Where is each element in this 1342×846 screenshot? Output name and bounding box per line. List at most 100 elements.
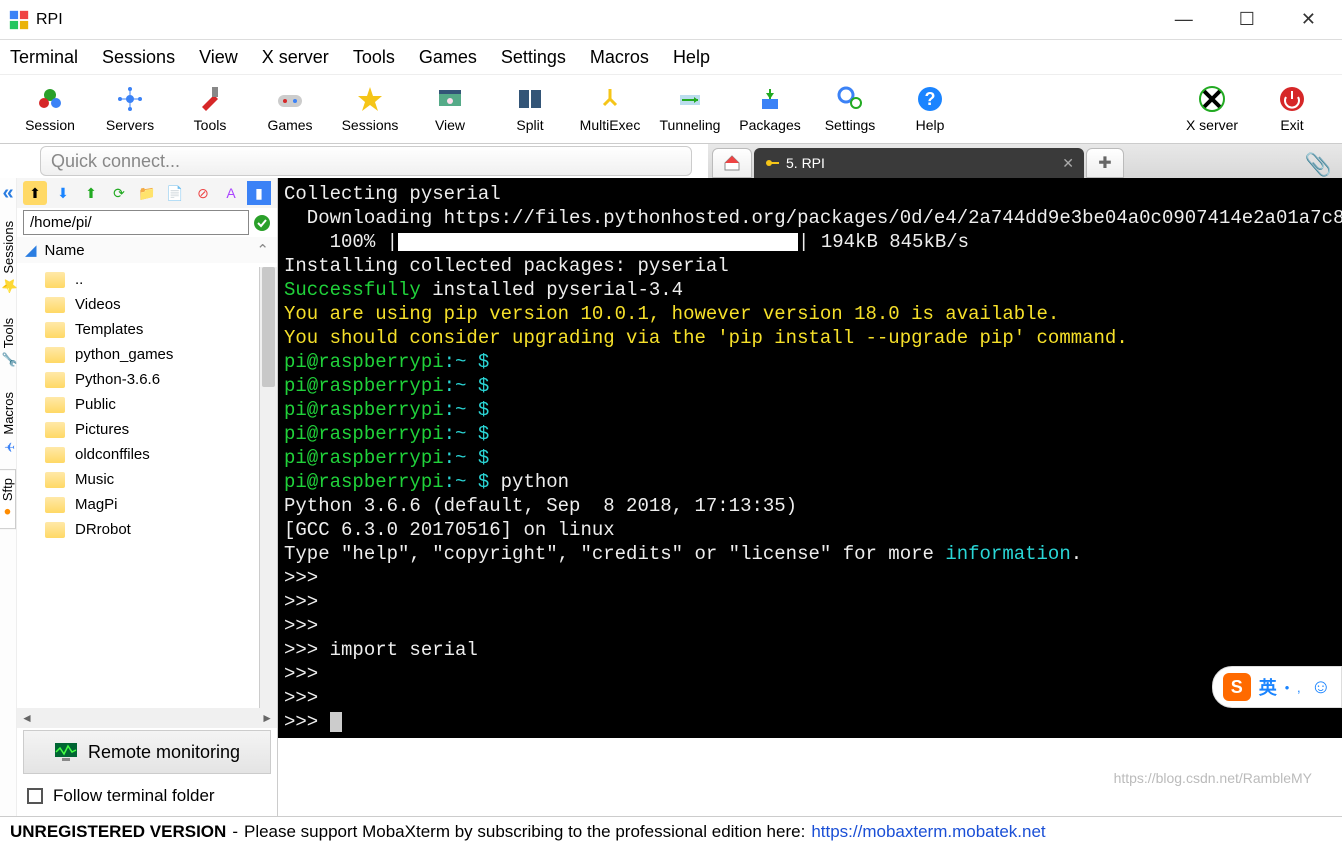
key-icon [764,155,780,171]
quick-connect-row: Quick connect... 5. RPI ✕ ✚ 📎 [0,144,1342,178]
ime-bar[interactable]: S 英 • , ☺ [1212,666,1342,708]
tb-session[interactable]: Session [10,85,90,133]
tb-servers[interactable]: Servers [90,85,170,133]
tb-tools[interactable]: Tools [170,85,250,133]
terminal[interactable]: Collecting pyserial Downloading https://… [278,178,1342,738]
unregistered-label: UNREGISTERED VERSION [10,822,226,842]
terminal-container: Collecting pyserial Downloading https://… [278,178,1342,816]
sftp-newfile-icon[interactable]: 📄 [163,181,187,205]
file-row[interactable]: Pictures [17,417,259,442]
tab-close-icon[interactable]: ✕ [1062,155,1074,172]
tb-settings[interactable]: Settings [810,85,890,133]
ime-face-icon[interactable]: ☺ [1311,676,1331,699]
folder-icon [45,322,65,338]
folder-icon [45,497,65,513]
file-row[interactable]: DRrobot [17,517,259,542]
window-title: RPI [36,11,1167,29]
sftp-edit-icon[interactable]: A [219,181,243,205]
workspace: « ⭐Sessions 🔧Tools ✈Macros ●Sftp ⬆ ⬇ ⬆ ⟳… [0,178,1342,816]
filelist-body[interactable]: .. Videos Templates python_games Python-… [17,267,259,708]
tab-strip: 5. RPI ✕ ✚ 📎 [708,144,1342,178]
tb-help[interactable]: ?Help [890,85,970,133]
tb-split[interactable]: Split [490,85,570,133]
tab-home[interactable] [712,148,752,178]
tb-sessions[interactable]: Sessions [330,85,410,133]
sftp-properties-icon[interactable]: ▮ [247,181,271,205]
vtab-sessions[interactable]: ⭐Sessions [1,213,16,302]
tab-new[interactable]: ✚ [1086,148,1124,178]
file-row[interactable]: Public [17,392,259,417]
menu-sessions[interactable]: Sessions [102,47,175,68]
svg-text:?: ? [925,89,936,109]
subscribe-link[interactable]: https://mobaxterm.mobatek.net [811,822,1045,842]
sftp-download-icon[interactable]: ⬇ [51,181,75,205]
header-chevron-icon: ⌃ [256,241,269,259]
ime-punct-icon[interactable]: • , [1285,680,1303,695]
menu-view[interactable]: View [199,47,238,68]
file-row[interactable]: Python-3.6.6 [17,367,259,392]
main-toolbar: Session Servers Tools Games Sessions Vie… [0,74,1342,144]
home-icon [723,154,741,172]
folder-icon [45,422,65,438]
close-button[interactable]: ✕ [1293,5,1324,34]
menu-games[interactable]: Games [419,47,477,68]
file-row[interactable]: .. [17,267,259,292]
follow-terminal-row[interactable]: Follow terminal folder [17,776,277,816]
tb-games[interactable]: Games [250,85,330,133]
filelist-scrollbar-h[interactable]: ◄► [17,708,277,728]
remote-monitoring-button[interactable]: Remote monitoring [23,730,271,774]
window-controls: — ☐ ✕ [1167,5,1324,34]
tb-view[interactable]: View [410,85,490,133]
sftp-toolbar: ⬆ ⬇ ⬆ ⟳ 📁 📄 ⊘ A ▮ [17,178,277,208]
ime-lang[interactable]: 英 [1259,674,1277,700]
folder-icon [45,347,65,363]
tb-tunneling[interactable]: Tunneling [650,85,730,133]
watermark: https://blog.csdn.net/RambleMY [1114,770,1312,786]
filelist-scrollbar-v[interactable] [259,267,277,708]
file-row[interactable]: python_games [17,342,259,367]
menu-xserver[interactable]: X server [262,47,329,68]
ime-sogou-icon[interactable]: S [1223,673,1251,701]
file-row[interactable]: oldconffiles [17,442,259,467]
sftp-filelist: ◢ Name ⌃ .. Videos Templates python_game… [17,237,277,728]
menu-terminal[interactable]: Terminal [10,47,78,68]
left-edge-tabs: « ⭐Sessions 🔧Tools ✈Macros ●Sftp [0,178,17,816]
menu-tools[interactable]: Tools [353,47,395,68]
attachment-icon[interactable]: 📎 [1305,152,1332,178]
sftp-up-icon[interactable]: ⬆ [23,181,47,205]
app-icon [8,9,30,31]
menu-settings[interactable]: Settings [501,47,566,68]
folder-icon [45,472,65,488]
file-row[interactable]: Music [17,467,259,492]
vtab-tools[interactable]: 🔧Tools [1,310,16,376]
sftp-newfolder-icon[interactable]: 📁 [135,181,159,205]
filelist-header[interactable]: ◢ Name ⌃ [17,237,277,263]
path-ok-icon [253,214,271,232]
tb-multiexec[interactable]: MultiExec [570,85,650,133]
menu-bar: Terminal Sessions View X server Tools Ga… [0,40,1342,74]
sftp-path-input[interactable] [23,210,249,235]
sftp-refresh-icon[interactable]: ⟳ [107,181,131,205]
tb-packages[interactable]: Packages [730,85,810,133]
sftp-delete-icon[interactable]: ⊘ [191,181,215,205]
sftp-upload-icon[interactable]: ⬆ [79,181,103,205]
quick-connect-input[interactable]: Quick connect... [40,146,692,176]
vtab-sftp[interactable]: ●Sftp [0,469,16,529]
menu-help[interactable]: Help [673,47,710,68]
tab-active[interactable]: 5. RPI ✕ [754,148,1084,178]
maximize-button[interactable]: ☐ [1231,5,1263,34]
menu-macros[interactable]: Macros [590,47,649,68]
folder-icon [45,372,65,388]
collapse-sidebar-icon[interactable]: « [2,182,13,205]
folder-icon [45,447,65,463]
minimize-button[interactable]: — [1167,5,1201,34]
sort-icon: ◢ [25,241,37,259]
file-row[interactable]: MagPi [17,492,259,517]
follow-checkbox[interactable] [27,788,43,804]
file-row[interactable]: Templates [17,317,259,342]
folder-icon [45,397,65,413]
file-row[interactable]: Videos [17,292,259,317]
vtab-macros[interactable]: ✈Macros [1,384,16,462]
tb-exit[interactable]: Exit [1252,85,1332,133]
tb-xserver[interactable]: X server [1172,85,1252,133]
